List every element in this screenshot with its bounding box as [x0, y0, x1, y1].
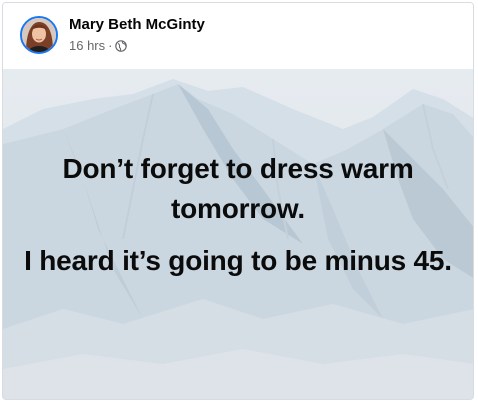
author-name[interactable]: Mary Beth McGinty [69, 16, 205, 33]
meta-separator: · [108, 38, 113, 53]
facebook-post: Mary Beth McGinty 16 hrs · Don’t forget … [2, 2, 474, 400]
post-caption: Don’t forget to dress warm tomorrow. I h… [3, 69, 473, 399]
post-meta: 16 hrs · [69, 38, 128, 53]
post-header: Mary Beth McGinty 16 hrs · [3, 3, 473, 69]
avatar[interactable] [20, 16, 58, 54]
post-timestamp[interactable]: 16 hrs [69, 38, 105, 53]
caption-line-1: Don’t forget to dress warm tomorrow. [62, 153, 414, 224]
caption-line-2: I heard it’s going to be minus 45. [24, 245, 452, 276]
avatar-image [22, 18, 56, 52]
globe-icon[interactable] [115, 39, 128, 52]
post-image[interactable]: Don’t forget to dress warm tomorrow. I h… [3, 69, 473, 399]
